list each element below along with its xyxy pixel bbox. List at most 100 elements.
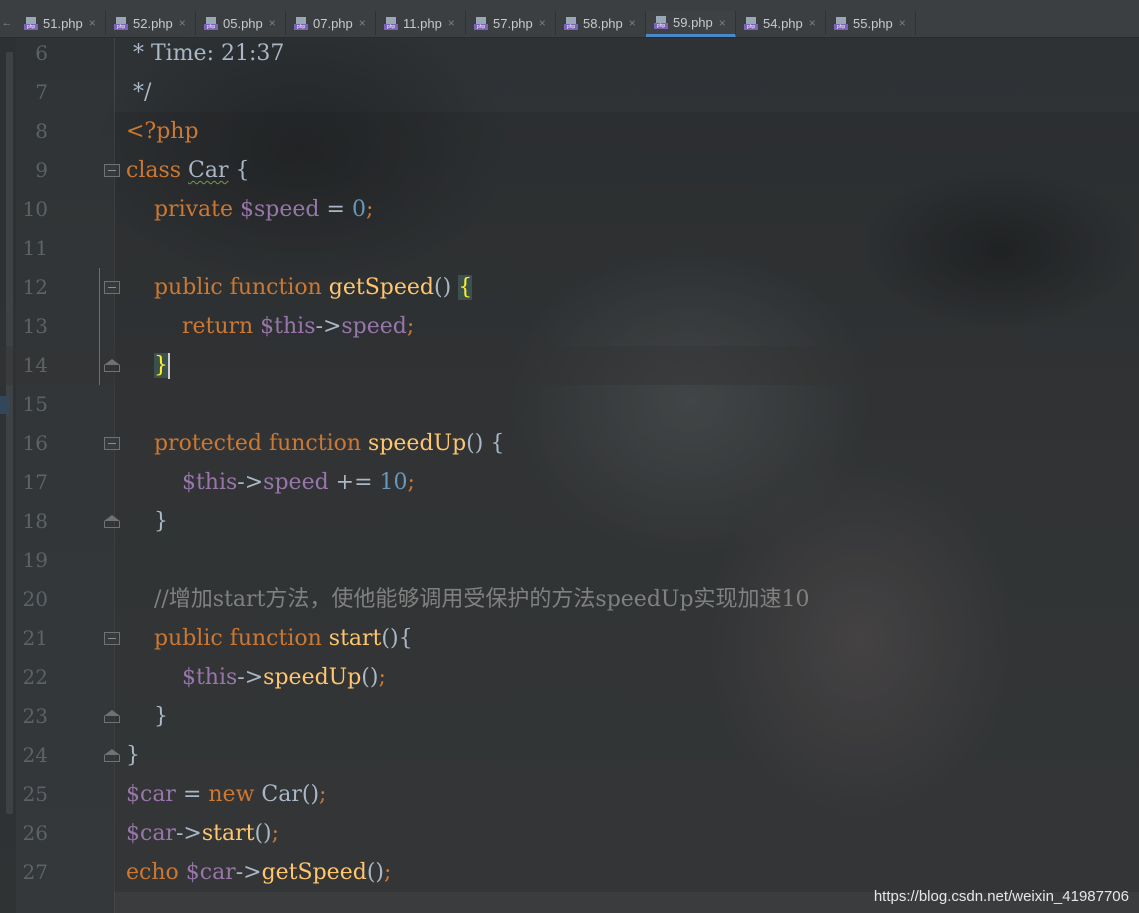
tab-label: 55.php — [853, 15, 893, 31]
code-text: $this->speed += 10; — [126, 463, 415, 502]
code-line[interactable]: 24} — [0, 736, 1139, 775]
close-tab-icon[interactable]: × — [899, 16, 906, 30]
line-number: 13 — [22, 314, 48, 338]
close-tab-icon[interactable]: × — [629, 16, 636, 30]
code-text: * Time: 21:37 — [126, 34, 284, 73]
code-line[interactable]: 10 private $speed = 0; — [0, 190, 1139, 229]
tab-scroll-left-icon[interactable]: ← — [0, 12, 14, 34]
line-number: 15 — [22, 392, 48, 416]
tab-51-php[interactable]: php 51.php × — [16, 11, 106, 35]
code-token: getSpeed — [328, 275, 435, 300]
php-file-icon: php — [474, 16, 488, 30]
code-line[interactable]: 19 — [0, 541, 1139, 580]
code-token: start — [201, 821, 255, 846]
tab-58-php[interactable]: php 58.php × — [556, 11, 646, 35]
code-token: $speed — [240, 197, 320, 222]
tab-54-php[interactable]: php 54.php × — [736, 11, 826, 35]
code-token: Car — [188, 158, 229, 183]
fold-collapse-icon[interactable] — [104, 281, 120, 294]
code-line[interactable]: 25 $car = new Car(); — [0, 775, 1139, 814]
code-token: public — [126, 626, 230, 651]
code-token: ; — [383, 860, 392, 885]
code-line[interactable]: 14 } — [0, 346, 1139, 385]
code-token: start — [328, 626, 382, 651]
line-number: 18 — [22, 509, 48, 533]
close-tab-icon[interactable]: × — [89, 16, 96, 30]
code-token: getSpeed — [261, 860, 367, 885]
code-line[interactable]: 22 $this->speedUp(); — [0, 658, 1139, 697]
code-token: function — [229, 626, 329, 651]
code-line[interactable]: 7 */ — [0, 73, 1139, 112]
php-file-icon: php — [204, 16, 218, 30]
fold-end-icon[interactable] — [104, 359, 120, 372]
fold-end-icon[interactable] — [104, 515, 120, 528]
tab-label: 11.php — [403, 15, 442, 31]
code-line[interactable]: 8 <?php — [0, 112, 1139, 151]
line-number: 25 — [22, 782, 48, 806]
fold-collapse-icon[interactable] — [104, 164, 120, 177]
code-token: += — [328, 470, 380, 495]
code-line[interactable]: 9 class Car { — [0, 151, 1139, 190]
code-line[interactable]: 20 //增加start方法，使他能够调用受保护的方法speedUp实现加速10 — [0, 580, 1139, 619]
fold-end-icon[interactable] — [104, 749, 120, 762]
code-line[interactable]: 15 — [0, 385, 1139, 424]
fold-collapse-icon[interactable] — [104, 632, 120, 645]
code-line[interactable]: 11 — [0, 229, 1139, 268]
code-line[interactable]: 26 $car->start(); — [0, 814, 1139, 853]
code-token: class — [126, 158, 189, 183]
code-line[interactable]: 13 return $this->speed; — [0, 307, 1139, 346]
code-token: ; — [365, 197, 374, 222]
tab-05-php[interactable]: php 05.php × — [196, 11, 286, 35]
tab-57-php[interactable]: php 57.php × — [466, 11, 556, 35]
tab-11-php[interactable]: php 11.php × — [376, 11, 466, 35]
code-token: { — [458, 275, 473, 300]
tab-label: 57.php — [493, 15, 533, 31]
code-line[interactable]: 18 } — [0, 502, 1139, 541]
code-token: private — [126, 197, 241, 222]
tab-07-php[interactable]: php 07.php × — [286, 11, 376, 35]
fold-collapse-icon[interactable] — [104, 437, 120, 450]
code-line[interactable]: 16 protected function speedUp() { — [0, 424, 1139, 463]
code-token: () — [254, 821, 272, 846]
php-file-icon: php — [744, 16, 758, 30]
code-line[interactable]: 23 } — [0, 697, 1139, 736]
code-token: $car — [126, 782, 176, 807]
close-tab-icon[interactable]: × — [359, 16, 366, 30]
code-text: public function getSpeed() { — [126, 268, 473, 307]
code-line[interactable]: 12 public function getSpeed() { — [0, 268, 1139, 307]
code-line[interactable]: 27 echo $car->getSpeed(); — [0, 853, 1139, 892]
php-file-icon: php — [294, 16, 308, 30]
code-token: -> — [235, 860, 262, 885]
close-tab-icon[interactable]: × — [179, 16, 186, 30]
close-tab-icon[interactable]: × — [269, 16, 276, 30]
php-file-icon: php — [384, 16, 398, 30]
tab-55-php[interactable]: php 55.php × — [826, 11, 916, 35]
line-number: 19 — [22, 548, 48, 572]
tab-label: 52.php — [133, 15, 173, 31]
code-text: echo $car->getSpeed(); — [126, 853, 391, 892]
php-file-icon: php — [564, 16, 578, 30]
fold-end-icon[interactable] — [104, 710, 120, 723]
code-token: () — [301, 782, 320, 807]
code-line[interactable]: 21 public function start(){ — [0, 619, 1139, 658]
close-tab-icon[interactable]: × — [809, 16, 816, 30]
code-token: ; — [407, 470, 415, 495]
line-number: 20 — [22, 587, 48, 611]
watermark-url: https://blog.csdn.net/weixin_41987706 — [873, 888, 1129, 905]
code-token: $car — [185, 860, 236, 885]
code-token: speed — [341, 314, 407, 339]
text-caret — [167, 353, 170, 379]
tab-52-php[interactable]: php 52.php × — [106, 11, 196, 35]
code-token: } — [126, 743, 140, 768]
code-token: new — [208, 782, 262, 807]
code-token: function — [268, 431, 369, 456]
code-text: return $this->speed; — [126, 307, 414, 346]
php-file-icon: php — [654, 16, 668, 29]
code-line[interactable]: 6 * Time: 21:37 — [0, 34, 1139, 73]
close-tab-icon[interactable]: × — [539, 16, 546, 30]
close-tab-icon[interactable]: × — [719, 16, 726, 30]
code-token: speedUp — [368, 431, 467, 456]
code-token: } — [153, 353, 168, 378]
close-tab-icon[interactable]: × — [448, 16, 455, 30]
code-line[interactable]: 17 $this->speed += 10; — [0, 463, 1139, 502]
